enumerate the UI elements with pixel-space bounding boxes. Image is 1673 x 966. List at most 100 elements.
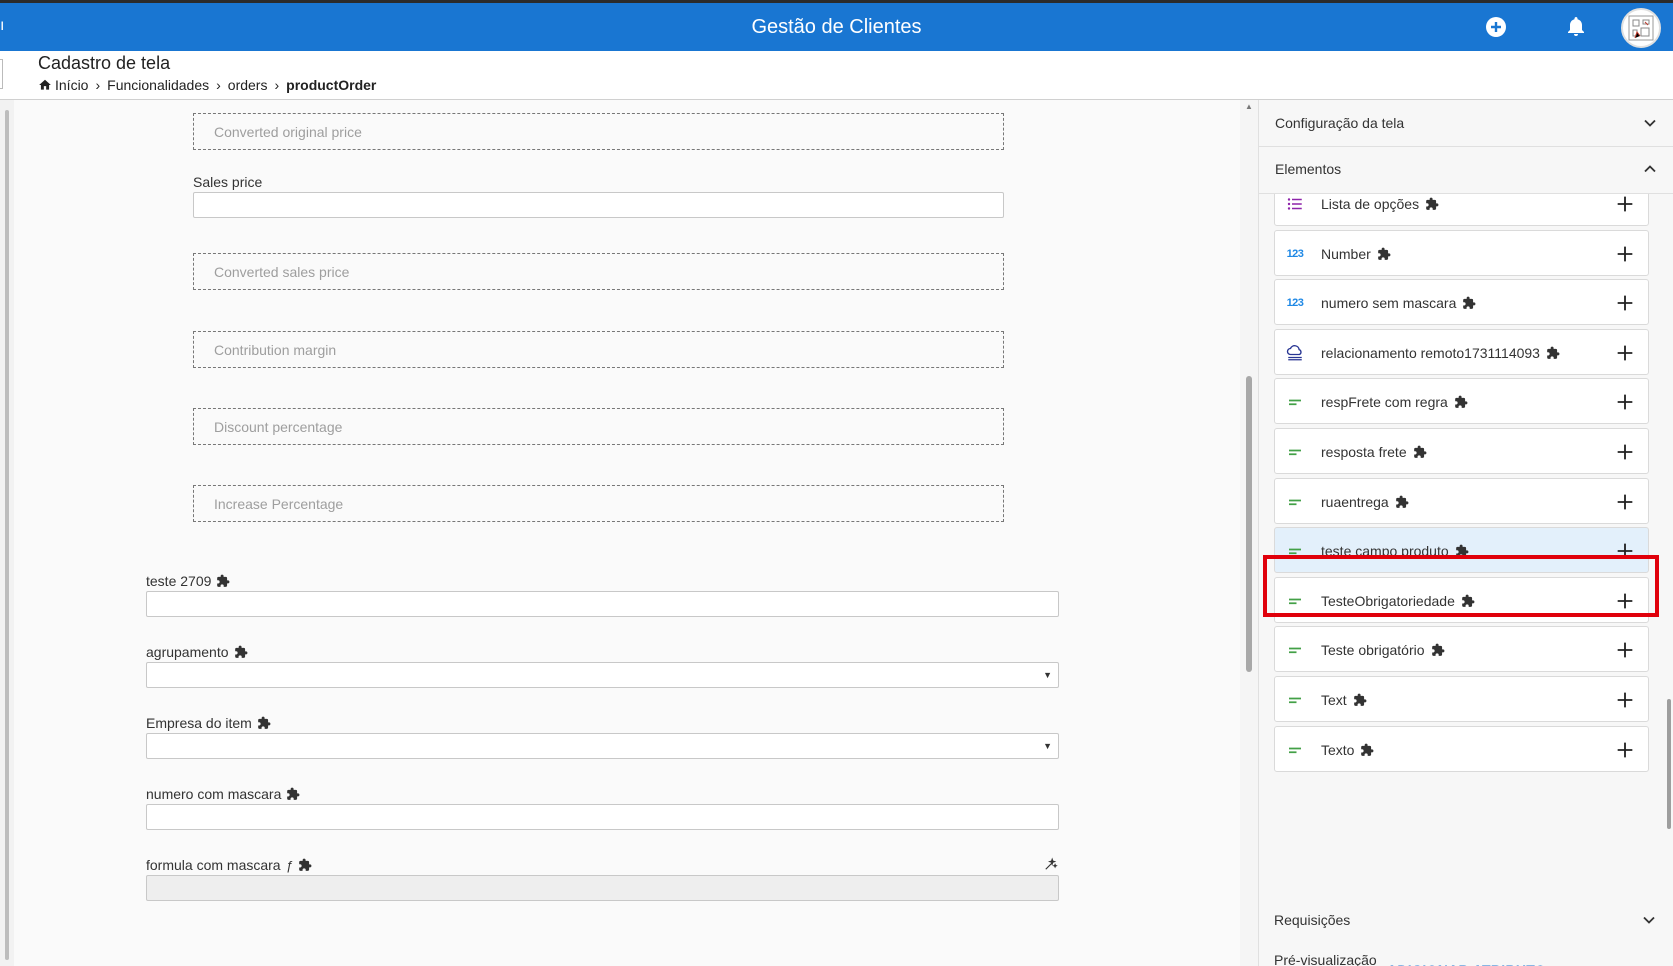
element-item-label: Texto xyxy=(1321,727,1374,773)
teste-2709-input[interactable] xyxy=(146,591,1059,617)
bell-icon[interactable] xyxy=(1564,15,1588,39)
element-item-label: relacionamento remoto1731114093 xyxy=(1321,330,1560,376)
accordion-elementos[interactable]: Elementos xyxy=(1259,146,1673,192)
left-scrollbar[interactable] xyxy=(0,100,14,966)
element-item[interactable]: ruaentrega xyxy=(1274,477,1649,525)
accordion-pre-visualizacao-label: Pré-visualização xyxy=(1274,952,1377,966)
chevron-up-icon xyxy=(1644,165,1656,173)
breadcrumb-orders[interactable]: orders xyxy=(228,77,268,93)
puzzle-icon xyxy=(234,645,247,658)
app-title: Gestão de Clientes xyxy=(751,16,922,38)
plus-icon[interactable] xyxy=(1614,739,1636,761)
element-item[interactable]: Teste obrigatório xyxy=(1274,626,1649,673)
agrupamento-label-text: agrupamento xyxy=(146,644,229,660)
agrupamento-label: agrupamento xyxy=(146,644,248,660)
element-item-text: Text xyxy=(1321,692,1347,708)
magic-wand-icon[interactable] xyxy=(1044,857,1058,874)
puzzle-icon xyxy=(1413,445,1427,458)
accordion-configuracao-label: Configuração da tela xyxy=(1275,115,1405,131)
puzzle-icon xyxy=(257,716,271,729)
short-text-icon xyxy=(1285,640,1305,660)
sales-price-input[interactable] xyxy=(193,192,1004,218)
element-item-label: Number xyxy=(1321,231,1391,277)
puzzle-icon xyxy=(1377,247,1391,260)
element-item[interactable]: resposta frete xyxy=(1274,428,1649,474)
element-item-text: numero sem mascara xyxy=(1321,295,1457,312)
numero-com-mascara-input[interactable] xyxy=(146,804,1059,830)
chevron-down-icon xyxy=(1643,916,1655,924)
scroll-up-icon[interactable]: ▲ xyxy=(1245,102,1253,111)
agrupamento-select[interactable]: ▼ xyxy=(146,662,1059,688)
number-123-icon: 123 xyxy=(1286,247,1304,260)
element-item[interactable]: 123 numero sem mascara xyxy=(1274,279,1649,326)
discount-percentage-field[interactable]: Discount percentage xyxy=(193,408,1004,445)
form-canvas: Converted original price Sales price Con… xyxy=(14,100,1254,966)
plus-icon[interactable] xyxy=(1614,342,1636,364)
plus-icon[interactable] xyxy=(1614,292,1636,314)
number-123-icon: 123 xyxy=(1286,297,1304,310)
short-text-icon xyxy=(1285,442,1305,462)
puzzle-icon xyxy=(1463,296,1476,310)
drawer-toggle-edge[interactable] xyxy=(0,59,3,89)
formula-com-mascara-label: formula com mascara ƒ xyxy=(146,857,312,873)
plus-icon[interactable] xyxy=(1614,391,1636,413)
element-item[interactable]: 123 Number xyxy=(1274,229,1649,277)
list-icon xyxy=(1285,194,1305,214)
element-item-label: Text xyxy=(1321,677,1367,723)
home-icon xyxy=(38,78,52,92)
increase-percentage-field[interactable]: Increase Percentage xyxy=(193,485,1004,522)
plus-icon[interactable] xyxy=(1614,243,1636,265)
elements-scrollbar[interactable] xyxy=(1665,194,1673,844)
page-header: Cadastro de tela Início › Funcionalidade… xyxy=(0,51,1673,100)
cloud-link-icon xyxy=(1285,343,1305,363)
empresa-do-item-label: Empresa do item xyxy=(146,715,271,731)
accordion-pre-visualizacao[interactable]: Pré-visualização xyxy=(1258,944,1673,966)
teste-2709-label: teste 2709 xyxy=(146,573,230,589)
element-item-label: resposta frete xyxy=(1321,429,1427,475)
empresa-do-item-label-text: Empresa do item xyxy=(146,715,252,731)
plus-icon[interactable] xyxy=(1614,441,1636,463)
converted-sales-price-field[interactable]: Converted sales price xyxy=(193,253,1004,290)
converted-original-price-field[interactable]: Converted original price xyxy=(193,113,1004,150)
breadcrumb-inicio[interactable]: Início xyxy=(55,77,88,93)
short-text-icon xyxy=(1285,690,1305,710)
puzzle-icon xyxy=(1454,395,1468,409)
accordion-requisicoes-label: Requisições xyxy=(1274,912,1351,928)
element-item[interactable]: Texto xyxy=(1274,725,1649,773)
breadcrumb-productorder: productOrder xyxy=(286,77,377,93)
element-item[interactable]: Lista de opções xyxy=(1274,194,1649,226)
element-item[interactable]: relacionamento remoto1731114093 xyxy=(1274,328,1649,376)
puzzle-icon xyxy=(298,858,312,871)
chevron-right-icon: › xyxy=(216,77,221,93)
app-bar: ı Gestão de Clientes xyxy=(0,3,1673,51)
plus-icon[interactable] xyxy=(1614,639,1636,661)
element-item-text: Teste obrigatório xyxy=(1321,642,1425,659)
element-item-label: ruaentrega xyxy=(1321,479,1409,525)
contribution-margin-field[interactable]: Contribution margin xyxy=(193,331,1004,368)
element-item-text: relacionamento remoto1731114093 xyxy=(1321,344,1540,361)
formula-com-mascara-label-text: formula com mascara xyxy=(146,857,281,873)
element-item[interactable]: respFrete com regra xyxy=(1274,378,1649,425)
element-item[interactable]: Text xyxy=(1274,676,1649,722)
chevron-right-icon: › xyxy=(274,77,280,93)
accordion-configuracao-da-tela[interactable]: Configuração da tela xyxy=(1259,100,1673,146)
plus-circle-icon[interactable] xyxy=(1484,15,1508,39)
empresa-do-item-select[interactable]: ▼ xyxy=(146,733,1059,759)
function-icon: ƒ xyxy=(285,857,293,873)
puzzle-icon xyxy=(1431,643,1444,657)
plus-icon[interactable] xyxy=(1614,491,1636,513)
breadcrumb-funcionalidades[interactable]: Funcionalidades xyxy=(107,77,209,93)
avatar[interactable] xyxy=(1621,8,1661,48)
accordion-requisicoes[interactable]: Requisições xyxy=(1258,897,1673,943)
element-item-label: respFrete com regra xyxy=(1321,379,1468,425)
plus-icon[interactable] xyxy=(1614,194,1636,215)
numero-com-mascara-label-text: numero com mascara xyxy=(146,786,282,802)
form-scrollbar[interactable]: ▲ xyxy=(1240,100,1258,966)
formula-com-mascara-input xyxy=(146,875,1059,901)
chevron-right-icon: › xyxy=(95,77,101,93)
element-item-label: Teste obrigatório xyxy=(1321,627,1445,673)
plus-icon[interactable] xyxy=(1614,689,1636,711)
short-text-icon xyxy=(1285,740,1305,760)
short-text-icon xyxy=(1285,392,1305,412)
puzzle-icon xyxy=(287,787,300,800)
